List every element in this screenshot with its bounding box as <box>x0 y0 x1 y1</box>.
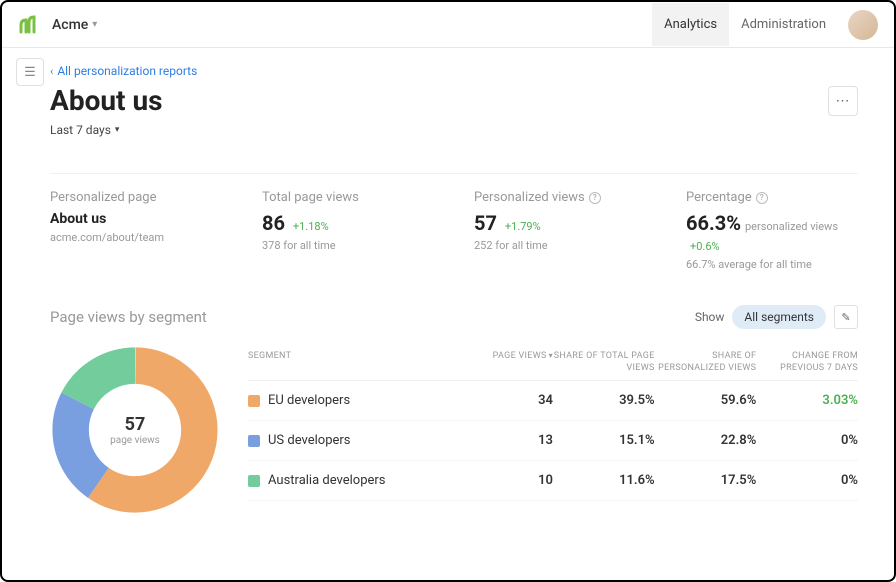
stat-delta: +0.6% <box>690 240 720 253</box>
stat-label-text: Personalized views <box>474 190 585 205</box>
cell-share-total: 39.5% <box>553 393 655 408</box>
table-header: SEGMENT PAGE VIEWS▾ SHARE OF TOTAL PAGE … <box>248 345 858 381</box>
col-pageviews[interactable]: PAGE VIEWS▾ <box>451 351 553 374</box>
more-actions-button[interactable]: ⋯ <box>828 86 858 116</box>
page-title: About us <box>50 84 163 117</box>
main-content: ‹ All personalization reports About us ⋯… <box>2 64 894 535</box>
stat-personalized-page: Personalized page About us acme.com/abou… <box>50 190 222 271</box>
donut-center: 57 page views <box>110 414 160 446</box>
help-icon[interactable]: ? <box>756 192 768 204</box>
show-label: Show <box>695 310 725 324</box>
ellipsis-icon: ⋯ <box>836 93 851 109</box>
donut-value: 57 <box>110 414 160 435</box>
stat-percentage: Percentage ? 66.3% personalized views +0… <box>686 190 858 271</box>
segment-name-label: US developers <box>268 433 351 448</box>
stat-value-suffix: personalized views <box>745 220 838 233</box>
cell-share-pers: 59.6% <box>655 393 757 408</box>
col-share-pers[interactable]: SHARE OF PERSONALIZED VIEWS <box>655 351 757 374</box>
cell-share-total: 15.1% <box>553 433 655 448</box>
table-row[interactable]: US developers 1315.1%22.8%0% <box>248 421 858 461</box>
nav-administration[interactable]: Administration <box>729 3 838 46</box>
stat-page-name: About us <box>50 211 222 227</box>
nav-analytics[interactable]: Analytics <box>652 3 729 46</box>
col-share-total[interactable]: SHARE OF TOTAL PAGE VIEWS <box>553 351 655 374</box>
color-swatch <box>248 475 260 487</box>
segment-name-cell: EU developers <box>248 393 451 408</box>
stat-sub: 66.7% average for all time <box>686 258 858 271</box>
chevron-down-icon: ▾ <box>92 19 97 30</box>
stat-label: Total page views <box>262 190 434 205</box>
segments-table: SEGMENT PAGE VIEWS▾ SHARE OF TOTAL PAGE … <box>248 345 858 501</box>
chevron-left-icon: ‹ <box>50 65 53 78</box>
donut-label: page views <box>110 435 160 446</box>
stat-value: 86 <box>262 211 285 235</box>
stat-sub: 378 for all time <box>262 239 434 252</box>
cell-pageviews: 10 <box>451 473 553 488</box>
stat-sub: 252 for all time <box>474 239 646 252</box>
help-icon[interactable]: ? <box>589 192 601 204</box>
donut-chart: 57 page views <box>50 345 220 515</box>
cell-pageviews: 34 <box>451 393 553 408</box>
stats-row: Personalized page About us acme.com/abou… <box>50 173 858 271</box>
stat-total-views: Total page views 86 +1.18% 378 for all t… <box>262 190 434 271</box>
segment-name-cell: Australia developers <box>248 473 451 488</box>
org-switcher[interactable]: Acme ▾ <box>52 17 97 33</box>
stat-delta: +1.18% <box>293 220 329 233</box>
breadcrumb-label: All personalization reports <box>57 64 197 78</box>
topbar: Acme ▾ Analytics Administration <box>2 2 894 48</box>
stat-page-url: acme.com/about/team <box>50 231 222 244</box>
stat-delta: +1.79% <box>505 220 541 233</box>
cell-change: 0% <box>756 433 858 448</box>
segment-name-label: Australia developers <box>268 473 386 488</box>
col-change[interactable]: CHANGE FROM PREVIOUS 7 DAYS <box>756 351 858 374</box>
col-segment[interactable]: SEGMENT <box>248 351 451 374</box>
segments-header-row: Page views by segment Show All segments … <box>50 305 858 329</box>
date-range-label: Last 7 days <box>50 123 111 137</box>
cell-change: 0% <box>756 473 858 488</box>
stat-value: 66.3% <box>686 211 741 235</box>
table-row[interactable]: Australia developers 1011.6%17.5%0% <box>248 461 858 501</box>
stat-label-text: Percentage <box>686 190 752 205</box>
org-name-label: Acme <box>52 17 88 33</box>
col-label: PAGE VIEWS <box>493 351 547 361</box>
table-row[interactable]: EU developers 3439.5%59.6%3.03% <box>248 381 858 421</box>
date-range-selector[interactable]: Last 7 days ▾ <box>50 123 858 137</box>
segment-filter-pill[interactable]: All segments <box>732 305 826 329</box>
stat-label: Personalized page <box>50 190 222 205</box>
cell-share-pers: 17.5% <box>655 473 757 488</box>
cell-share-total: 11.6% <box>553 473 655 488</box>
stat-value: 57 <box>474 211 497 235</box>
cell-change: 3.03% <box>756 393 858 408</box>
pencil-icon: ✎ <box>841 311 850 324</box>
cell-share-pers: 22.8% <box>655 433 757 448</box>
segment-name-label: EU developers <box>268 393 350 408</box>
segments-layout: 57 page views SEGMENT PAGE VIEWS▾ SHARE … <box>50 345 858 515</box>
brand-logo-icon <box>18 15 38 35</box>
segments-title: Page views by segment <box>50 308 207 326</box>
segment-name-cell: US developers <box>248 433 451 448</box>
top-nav: Analytics Administration <box>652 3 878 46</box>
color-swatch <box>248 395 260 407</box>
edit-segments-button[interactable]: ✎ <box>834 305 858 329</box>
breadcrumb[interactable]: ‹ All personalization reports <box>50 64 858 78</box>
stat-personalized-views: Personalized views ? 57 +1.79% 252 for a… <box>474 190 646 271</box>
avatar[interactable] <box>848 10 878 40</box>
stat-label: Percentage ? <box>686 190 858 205</box>
cell-pageviews: 13 <box>451 433 553 448</box>
page-title-row: About us ⋯ <box>50 84 858 117</box>
color-swatch <box>248 435 260 447</box>
stat-label: Personalized views ? <box>474 190 646 205</box>
chevron-down-icon: ▾ <box>115 125 120 135</box>
